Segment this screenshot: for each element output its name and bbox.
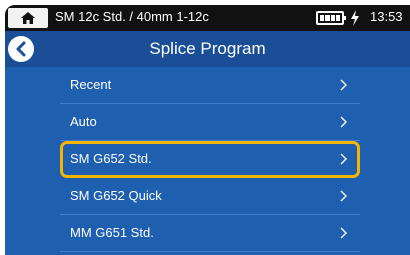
chevron-right-icon — [340, 153, 347, 165]
splice-program-list: Recent Auto SM G652 Std. SM G652 Quick M… — [60, 67, 360, 252]
list-item-auto[interactable]: Auto — [60, 104, 360, 141]
status-bar: SM 12c Std. / 40mm 1-12c 13:53 — [5, 5, 410, 31]
chevron-right-icon — [340, 79, 347, 91]
chevron-right-icon — [340, 190, 347, 202]
home-button[interactable] — [8, 8, 48, 28]
list-item-label: Recent — [70, 77, 112, 92]
list-item-label: Auto — [70, 114, 97, 129]
page-header: Splice Program — [5, 31, 410, 67]
page-title: Splice Program — [149, 39, 266, 58]
screen: SM 12c Std. / 40mm 1-12c 13:53 Splice Pr… — [5, 5, 410, 255]
list-item-label: SM G652 Std. — [70, 151, 152, 166]
list-item-sm-g652-quick[interactable]: SM G652 Quick — [60, 178, 360, 215]
battery-icon — [316, 11, 346, 25]
list-item-label: SM G652 Quick — [70, 188, 162, 203]
list-item-mm-g651-std[interactable]: MM G651 Std. — [60, 215, 360, 252]
chevron-right-icon — [340, 116, 347, 128]
charging-icon — [351, 10, 359, 26]
program-status-title: SM 12c Std. / 40mm 1-12c — [55, 9, 209, 24]
home-icon — [21, 12, 35, 24]
chevron-right-icon — [340, 227, 347, 239]
list-item-sm-g652-std[interactable]: SM G652 Std. — [60, 141, 360, 178]
clock: 13:53 — [370, 9, 403, 24]
list-item-recent[interactable]: Recent — [60, 67, 360, 104]
list-item-label: MM G651 Std. — [70, 225, 154, 240]
